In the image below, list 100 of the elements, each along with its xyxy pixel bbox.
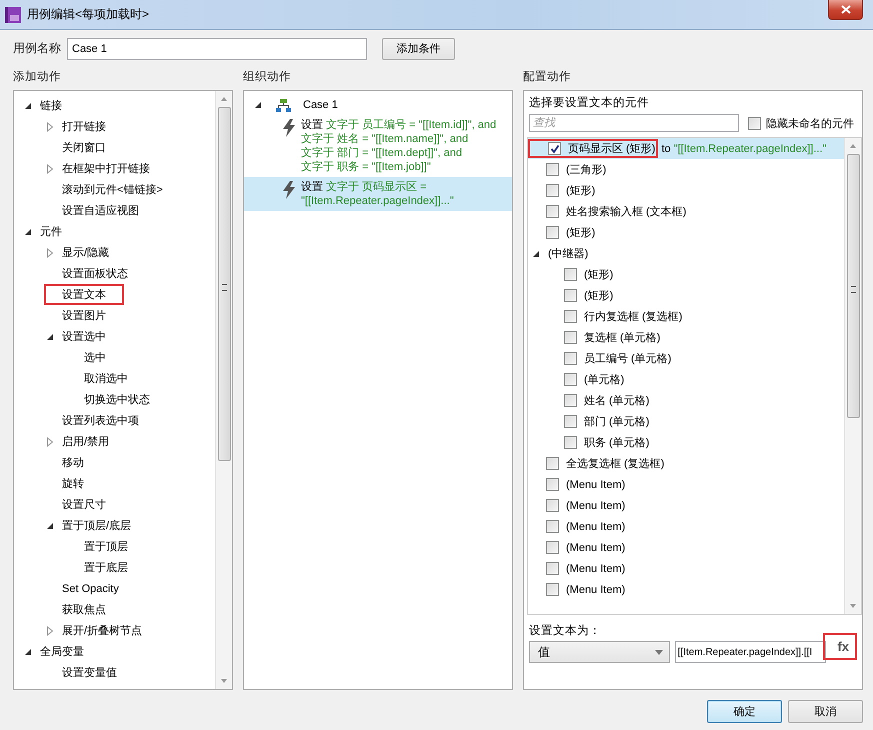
checkbox[interactable] bbox=[564, 373, 577, 386]
widget-item[interactable]: 复选框 (单元格) bbox=[584, 330, 660, 345]
action-item[interactable]: 设置面板状态 bbox=[62, 266, 128, 281]
widget-item[interactable]: (矩形) bbox=[584, 288, 614, 303]
action-item[interactable]: 置于顶层 bbox=[84, 539, 128, 554]
expanded-triangle-icon[interactable] bbox=[24, 648, 32, 656]
widget-item[interactable]: (Menu Item) bbox=[566, 584, 626, 596]
checkbox[interactable] bbox=[546, 457, 559, 470]
widget-item[interactable]: 职务 (单元格) bbox=[584, 435, 650, 450]
checkbox[interactable] bbox=[564, 352, 577, 365]
collapsed-triangle-icon[interactable] bbox=[46, 164, 54, 174]
checkbox[interactable] bbox=[546, 562, 559, 575]
widget-item[interactable]: 页码显示区 (矩形) bbox=[568, 141, 656, 156]
widget-item[interactable]: 行内复选框 (复选框) bbox=[584, 309, 682, 324]
checkbox[interactable] bbox=[546, 226, 559, 239]
widget-item[interactable]: (Menu Item) bbox=[566, 478, 626, 490]
add-condition-button[interactable]: 添加条件 bbox=[382, 38, 455, 60]
scrollbar[interactable] bbox=[844, 138, 861, 614]
expanded-triangle-icon[interactable] bbox=[24, 228, 32, 236]
expanded-triangle-icon[interactable] bbox=[532, 250, 540, 258]
action-item[interactable]: 切换选中状态 bbox=[84, 392, 150, 407]
action-item[interactable]: 关闭窗口 bbox=[62, 140, 106, 155]
collapsed-triangle-icon[interactable] bbox=[46, 436, 54, 446]
collapsed-triangle-icon[interactable] bbox=[46, 122, 54, 132]
scroll-down-icon[interactable] bbox=[220, 678, 228, 684]
checkbox[interactable] bbox=[546, 163, 559, 176]
action-item[interactable]: 设置自适应视图 bbox=[62, 203, 139, 218]
widget-item[interactable]: (矩形) bbox=[566, 183, 596, 198]
widget-item[interactable]: (矩形) bbox=[566, 225, 596, 240]
widget-item[interactable]: (Menu Item) bbox=[566, 500, 626, 512]
widget-group[interactable]: (中继器) bbox=[548, 246, 588, 261]
widget-item[interactable]: (Menu Item) bbox=[566, 520, 626, 532]
expanded-triangle-icon[interactable] bbox=[24, 102, 32, 110]
action-item[interactable]: 显示/隐藏 bbox=[62, 245, 110, 260]
cancel-button[interactable]: 取消 bbox=[788, 700, 863, 723]
checkbox[interactable] bbox=[546, 499, 559, 512]
action-item[interactable]: 打开链接 bbox=[62, 119, 106, 134]
search-field[interactable]: 查找 bbox=[529, 114, 739, 132]
checkbox[interactable] bbox=[564, 436, 577, 449]
action-item[interactable]: 启用/禁用 bbox=[62, 434, 110, 449]
scroll-up-icon[interactable] bbox=[849, 143, 857, 149]
action-item[interactable]: 设置图片 bbox=[62, 308, 106, 323]
action-item[interactable]: Set Opacity bbox=[62, 582, 119, 594]
action-item[interactable]: 在框架中打开链接 bbox=[62, 161, 150, 176]
action-item[interactable]: 设置尺寸 bbox=[62, 497, 106, 512]
scroll-down-icon[interactable] bbox=[849, 603, 857, 609]
checkbox[interactable] bbox=[564, 268, 577, 281]
action-item[interactable]: 选中 bbox=[84, 350, 106, 365]
action-item[interactable]: 元件 bbox=[40, 224, 62, 239]
action-item[interactable]: 链接 bbox=[40, 98, 62, 113]
checkbox[interactable] bbox=[564, 310, 577, 323]
scrollbar[interactable] bbox=[215, 91, 232, 689]
widget-item[interactable]: 姓名搜索输入框 (文本框) bbox=[566, 204, 686, 219]
widget-item[interactable]: (三角形) bbox=[566, 162, 606, 177]
ok-button[interactable]: 确定 bbox=[707, 700, 782, 723]
checkbox[interactable] bbox=[564, 415, 577, 428]
action-item[interactable]: 取消选中 bbox=[84, 371, 128, 386]
collapsed-triangle-icon[interactable] bbox=[46, 626, 54, 636]
action-item[interactable]: 旋转 bbox=[62, 476, 84, 491]
action-item[interactable]: 置于底层 bbox=[84, 560, 128, 575]
widget-item[interactable]: 姓名 (单元格) bbox=[584, 393, 650, 408]
action-row[interactable]: 设置 文字于 页码显示区 = "[[Item.Repeater.pageIndex]]..." bbox=[244, 177, 512, 211]
checkbox[interactable] bbox=[564, 394, 577, 407]
expanded-triangle-icon[interactable] bbox=[46, 332, 54, 340]
checkbox[interactable] bbox=[564, 331, 577, 344]
case-label[interactable]: Case 1 bbox=[303, 99, 338, 111]
checkbox[interactable] bbox=[546, 205, 559, 218]
checkbox[interactable] bbox=[546, 541, 559, 554]
action-item[interactable]: 置于顶层/底层 bbox=[62, 518, 132, 533]
widget-item[interactable]: (单元格) bbox=[584, 372, 624, 387]
function-button[interactable]: fx bbox=[829, 638, 851, 654]
action-item[interactable]: 移动 bbox=[62, 455, 84, 470]
widget-item[interactable]: 员工编号 (单元格) bbox=[584, 351, 672, 366]
widget-item[interactable]: (Menu Item) bbox=[566, 562, 626, 574]
action-item[interactable]: 全局变量 bbox=[40, 644, 84, 659]
action-item[interactable]: 设置变量值 bbox=[62, 665, 117, 680]
action-row[interactable]: 设置 文字于 员工编号 = "[[Item.id]]", and 文字于 姓名 = "[[Item.name]]", and 文字于 部门 = "[[Item.dept]]", and 文字于 职务 = "[[Item.job]]" bbox=[244, 115, 512, 177]
action-item[interactable]: 展开/折叠树节点 bbox=[62, 623, 142, 638]
checkbox[interactable] bbox=[546, 520, 559, 533]
text-value-field[interactable]: [[Item.Repeater.pageIndex]].[[I bbox=[674, 641, 826, 663]
scroll-up-icon[interactable] bbox=[220, 96, 228, 102]
checkbox[interactable] bbox=[564, 289, 577, 302]
widget-item[interactable]: 全选复选框 (复选框) bbox=[566, 456, 664, 471]
expanded-triangle-icon[interactable] bbox=[254, 101, 262, 109]
widget-item[interactable]: 部门 (单元格) bbox=[584, 414, 650, 429]
close-button[interactable] bbox=[828, 0, 863, 20]
checkbox[interactable] bbox=[546, 184, 559, 197]
action-item[interactable]: 设置列表选中项 bbox=[62, 413, 139, 428]
case-name-field[interactable]: Case 1 bbox=[67, 38, 367, 60]
checkbox[interactable] bbox=[546, 583, 559, 596]
expanded-triangle-icon[interactable] bbox=[46, 522, 54, 530]
action-item[interactable]: 滚动到元件<锚链接> bbox=[62, 182, 163, 197]
checkbox[interactable] bbox=[748, 116, 761, 130]
widget-item[interactable]: (矩形) bbox=[584, 267, 614, 282]
checkbox[interactable] bbox=[546, 478, 559, 491]
widget-item[interactable]: (Menu Item) bbox=[566, 542, 626, 554]
collapsed-triangle-icon[interactable] bbox=[46, 248, 54, 258]
checkbox[interactable] bbox=[548, 142, 561, 155]
action-item[interactable]: 设置选中 bbox=[62, 329, 106, 344]
action-item[interactable]: 获取焦点 bbox=[62, 602, 106, 617]
